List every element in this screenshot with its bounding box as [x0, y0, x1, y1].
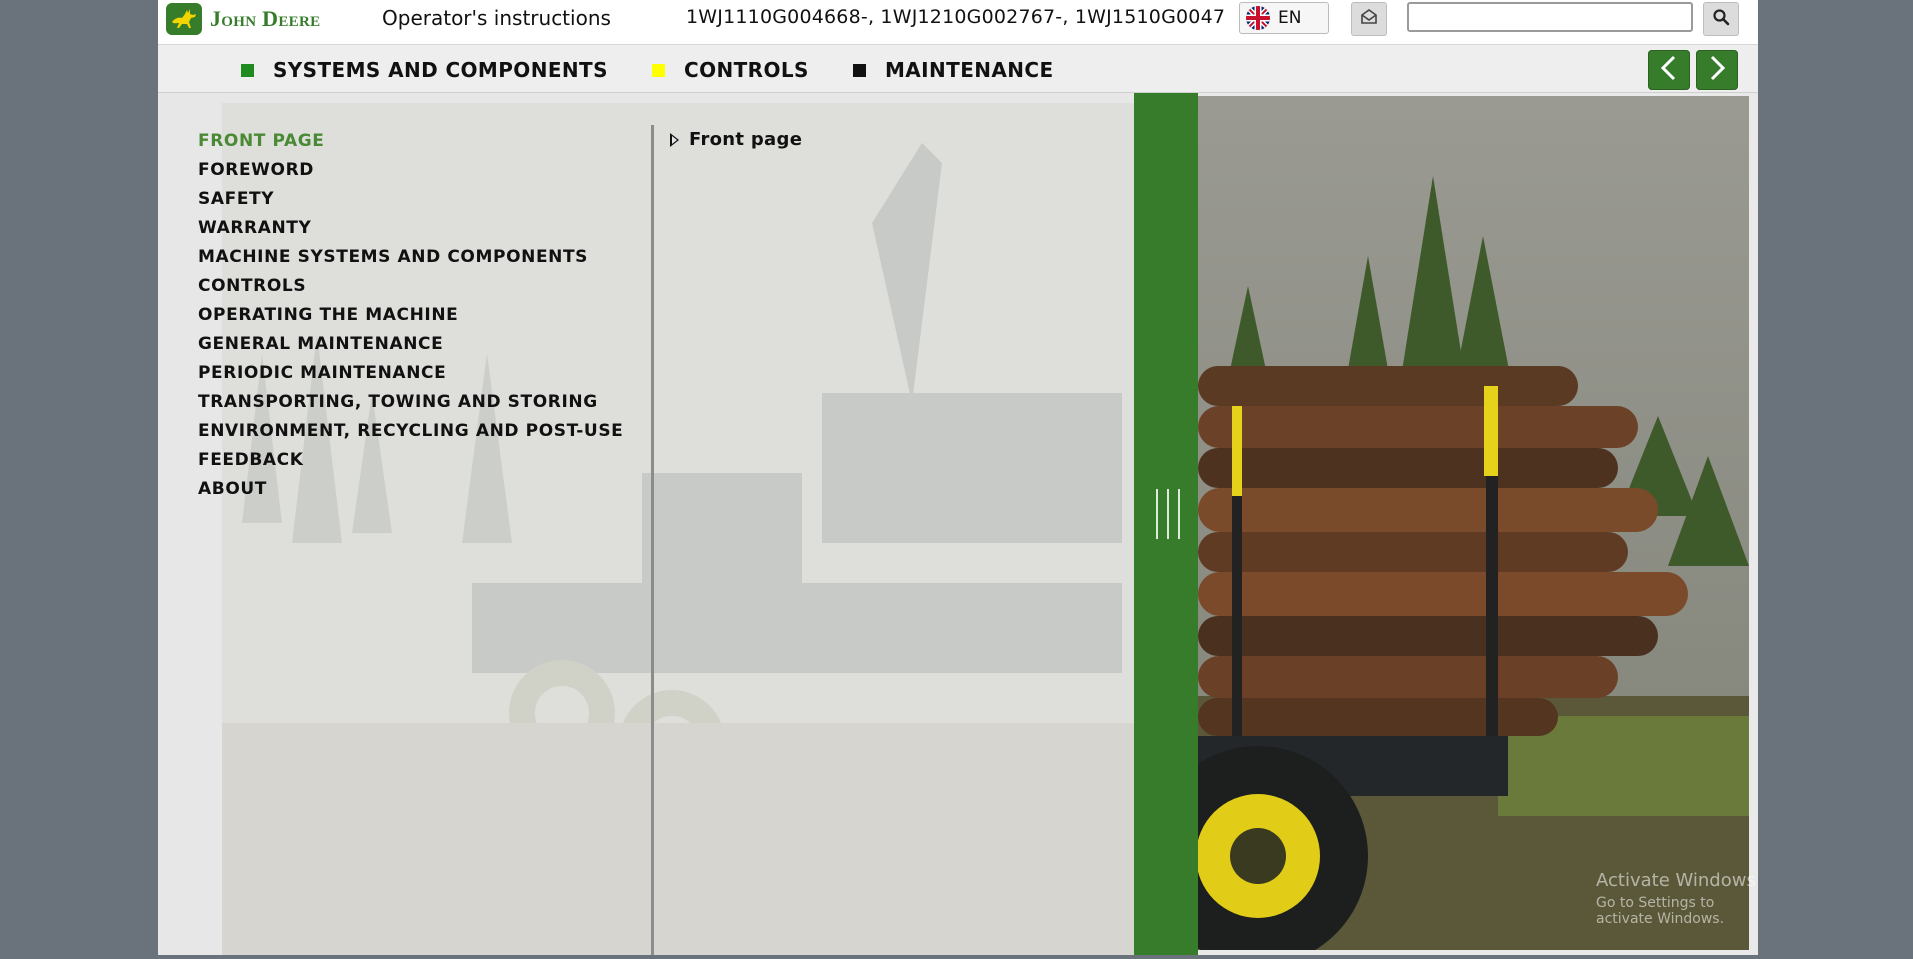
nav-label: CONTROLS: [684, 58, 809, 82]
chevron-left-icon: [1659, 55, 1679, 85]
forwarder-log-load-photo: [1198, 96, 1749, 950]
main-nav: SYSTEMS AND COMPONENTS CONTROLS MAINTENA…: [158, 45, 1758, 93]
subtoc-label: Front page: [689, 129, 803, 150]
content-pane: FRONT PAGE FOREWORD SAFETY WARRANTY MACH…: [158, 93, 1134, 955]
next-page-button[interactable]: [1696, 50, 1738, 90]
brand-logo[interactable]: John Deere: [166, 3, 320, 35]
drag-grip-icon[interactable]: [1156, 489, 1180, 539]
toc-item-general-maintenance[interactable]: GENERAL MAINTENANCE: [198, 330, 623, 359]
watermark-subtitle: Go to Settings to activate Windows.: [1596, 895, 1725, 927]
toc-item-periodic-maintenance[interactable]: PERIODIC MAINTENANCE: [198, 359, 623, 388]
toc-item-transporting[interactable]: TRANSPORTING, TOWING AND STORING: [198, 388, 623, 417]
black-square-icon: [853, 63, 866, 77]
envelope-icon: [1360, 9, 1378, 29]
toc-item-feedback[interactable]: FEEDBACK: [198, 446, 623, 475]
feedback-mail-button[interactable]: [1351, 2, 1387, 36]
app-window: John Deere Operator's instructions 1WJ11…: [158, 0, 1758, 955]
panel-splitter[interactable]: [1134, 93, 1198, 955]
nav-controls[interactable]: CONTROLS: [652, 58, 809, 82]
magnifier-icon: [1712, 8, 1730, 30]
document-title: Operator's instructions: [382, 6, 611, 30]
language-selector[interactable]: EN: [1239, 2, 1329, 34]
windows-activation-watermark: Activate Windows Go to Settings to activ…: [1596, 870, 1758, 927]
nav-label: SYSTEMS AND COMPONENTS: [273, 58, 608, 82]
serial-numbers: 1WJ1110G004668-, 1WJ1210G002767-, 1WJ151…: [686, 6, 1226, 28]
previous-page-button[interactable]: [1648, 50, 1690, 90]
toc-item-about[interactable]: ABOUT: [198, 475, 623, 504]
toc-item-front-page[interactable]: FRONT PAGE: [198, 127, 623, 156]
toc-item-environment[interactable]: ENVIRONMENT, RECYCLING AND POST-USE: [198, 417, 623, 446]
chevron-right-icon: [1707, 55, 1727, 85]
header-bar: John Deere Operator's instructions 1WJ11…: [158, 0, 1758, 45]
language-code: EN: [1278, 8, 1302, 28]
toc-item-machine-systems[interactable]: MACHINE SYSTEMS AND COMPONENTS: [198, 243, 623, 272]
toc-item-controls[interactable]: CONTROLS: [198, 272, 623, 301]
yellow-square-icon: [652, 63, 665, 77]
column-divider: [651, 125, 654, 955]
watermark-title: Activate Windows: [1596, 870, 1756, 891]
deer-logo-icon: [166, 3, 202, 35]
nav-systems-and-components[interactable]: SYSTEMS AND COMPONENTS: [241, 58, 608, 82]
table-of-contents: FRONT PAGE FOREWORD SAFETY WARRANTY MACH…: [198, 127, 623, 504]
search-input[interactable]: [1407, 2, 1693, 32]
toc-item-foreword[interactable]: FOREWORD: [198, 156, 623, 185]
subtoc-item-front-page[interactable]: Front page: [670, 129, 802, 150]
toc-item-operating[interactable]: OPERATING THE MACHINE: [198, 301, 623, 330]
green-square-icon: [241, 63, 254, 77]
nav-label: MAINTENANCE: [885, 58, 1054, 82]
toc-item-safety[interactable]: SAFETY: [198, 185, 623, 214]
brand-name: John Deere: [210, 6, 321, 31]
toc-item-warranty[interactable]: WARRANTY: [198, 214, 623, 243]
uk-flag-icon: [1246, 6, 1270, 30]
nav-maintenance[interactable]: MAINTENANCE: [853, 58, 1054, 82]
expand-triangle-icon: [670, 132, 679, 147]
search-button[interactable]: [1703, 2, 1739, 36]
